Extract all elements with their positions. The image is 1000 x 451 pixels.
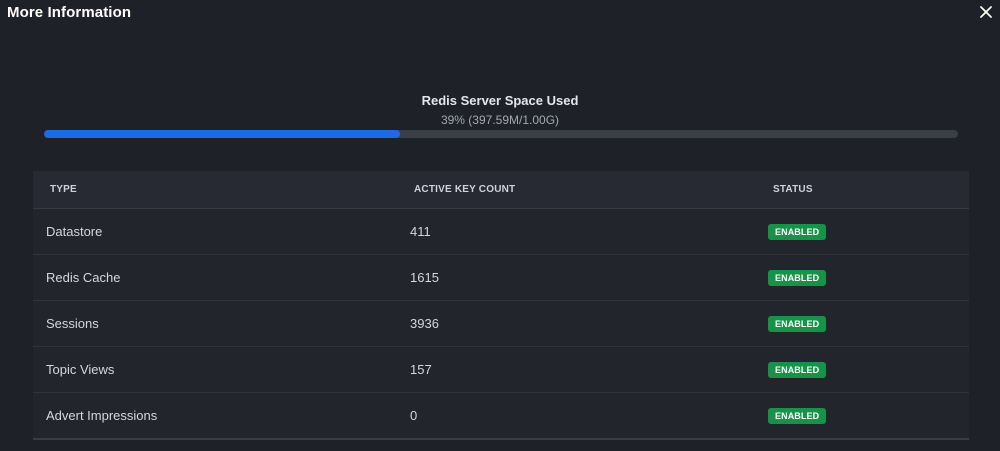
dialog-title: More Information xyxy=(7,4,132,21)
usage-title: Redis Server Space Used xyxy=(421,93,579,108)
key-stats-table: TYPE ACTIVE KEY COUNT STATUS Datastore 4… xyxy=(33,171,969,440)
row-count: 157 xyxy=(410,362,432,377)
row-type: Advert Impressions xyxy=(46,408,158,423)
close-icon xyxy=(980,6,992,18)
row-type: Topic Views xyxy=(46,362,115,377)
status-badge: ENABLED xyxy=(768,270,827,286)
row-count: 0 xyxy=(410,408,418,423)
header-type: TYPE xyxy=(50,184,77,195)
header-active-key-count: ACTIVE KEY COUNT xyxy=(414,184,516,195)
table-row: Sessions 3936 ENABLED xyxy=(33,301,969,347)
usage-progress-fill xyxy=(44,130,401,138)
table-header-row: TYPE ACTIVE KEY COUNT STATUS xyxy=(33,171,969,209)
status-badge: ENABLED xyxy=(768,316,827,332)
redis-usage-section: Redis Server Space Used 39% (397.59M/1.0… xyxy=(0,92,1000,138)
status-badge: ENABLED xyxy=(768,362,827,378)
row-count: 1615 xyxy=(410,270,439,285)
status-badge: ENABLED xyxy=(768,408,827,424)
usage-summary: 39% (397.59M/1.00G) xyxy=(440,113,560,127)
status-badge: ENABLED xyxy=(768,224,827,240)
row-count: 411 xyxy=(410,224,431,239)
row-type: Redis Cache xyxy=(46,270,121,285)
close-button[interactable] xyxy=(978,4,994,20)
table-row: Advert Impressions 0 ENABLED xyxy=(33,393,969,440)
table-row: Redis Cache 1615 ENABLED xyxy=(33,255,969,301)
dialog-header: More Information xyxy=(0,0,1000,26)
row-type: Datastore xyxy=(46,224,103,239)
table-row: Topic Views 157 ENABLED xyxy=(33,347,969,393)
table-row: Datastore 411 ENABLED xyxy=(33,209,969,255)
row-count: 3936 xyxy=(410,316,439,331)
header-status: STATUS xyxy=(773,184,813,195)
usage-progress-bar xyxy=(44,130,958,138)
row-type: Sessions xyxy=(46,316,99,331)
